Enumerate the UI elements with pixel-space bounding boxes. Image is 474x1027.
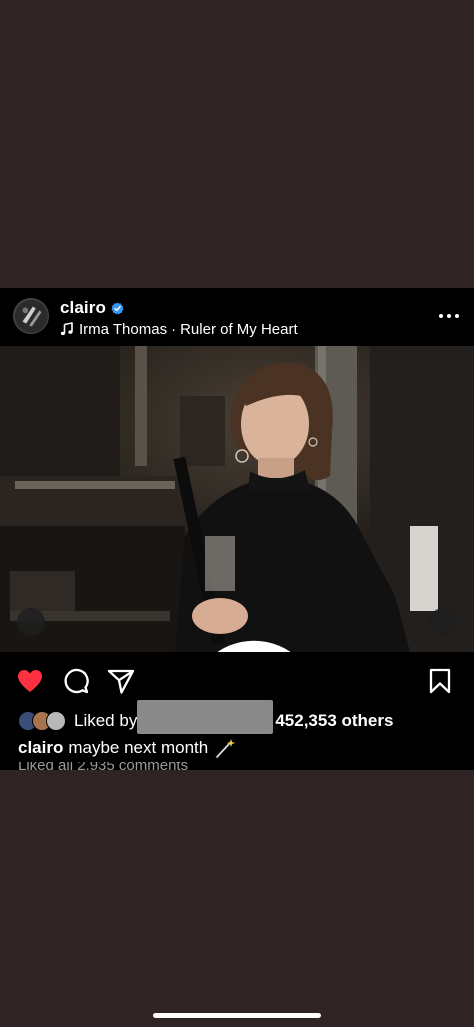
truncated-next-line: Liked all 2,935 comments (18, 762, 238, 770)
liker-avatar (46, 711, 66, 731)
post-username[interactable]: clairo (60, 298, 106, 318)
music-separator: · (171, 320, 177, 338)
caption-text: maybe next month (68, 738, 209, 757)
bookmark-icon (429, 668, 451, 694)
caption-row: clairo maybe next month (18, 736, 236, 760)
post-header: clairo Irma Thomas · Ruler of My Heart (0, 288, 474, 346)
likes-text: Liked by 452,353 others (74, 700, 393, 738)
caption-username[interactable]: clairo (18, 738, 63, 758)
more-horizontal-icon[interactable] (438, 305, 460, 325)
likes-count[interactable]: 452,353 others (275, 711, 393, 731)
speaker-icon (429, 608, 474, 652)
music-row[interactable]: Irma Thomas · Ruler of My Heart (60, 319, 298, 339)
heart-filled-icon (18, 670, 42, 692)
avatar-image (14, 299, 48, 333)
music-song-title: Ruler of My Heart (180, 320, 298, 338)
comment-icon (64, 668, 89, 694)
truncated-line-text: Liked all 2,935 comments (18, 762, 238, 770)
save-button[interactable] (425, 666, 455, 696)
magic-wand-icon (214, 737, 236, 759)
screenshot-screen: clairo Irma Thomas · Ruler of My Heart L… (0, 0, 474, 1027)
music-artist: Irma Thomas (79, 320, 168, 338)
instagram-post: clairo Irma Thomas · Ruler of My Heart L… (0, 288, 474, 770)
home-indicator[interactable] (153, 1013, 321, 1018)
post-actions (0, 664, 474, 700)
username-row: clairo (60, 297, 124, 319)
like-button[interactable] (15, 666, 45, 696)
post-photo-image (0, 346, 474, 652)
avatar[interactable] (13, 298, 49, 334)
likes-row[interactable]: Liked by 452,353 others (18, 700, 458, 734)
share-button[interactable] (106, 666, 136, 696)
sound-toggle-button[interactable] (429, 608, 457, 636)
comment-button[interactable] (61, 666, 91, 696)
post-photo[interactable] (0, 346, 474, 652)
person-tag-icon (217, 640, 291, 652)
send-icon (107, 669, 135, 694)
liker-avatars (18, 711, 72, 731)
verified-badge-icon (111, 301, 124, 315)
music-note-icon (60, 322, 74, 336)
tag-people-button[interactable] (17, 608, 291, 652)
redacted-username (137, 700, 274, 734)
liked-by-label: Liked by (74, 711, 138, 730)
